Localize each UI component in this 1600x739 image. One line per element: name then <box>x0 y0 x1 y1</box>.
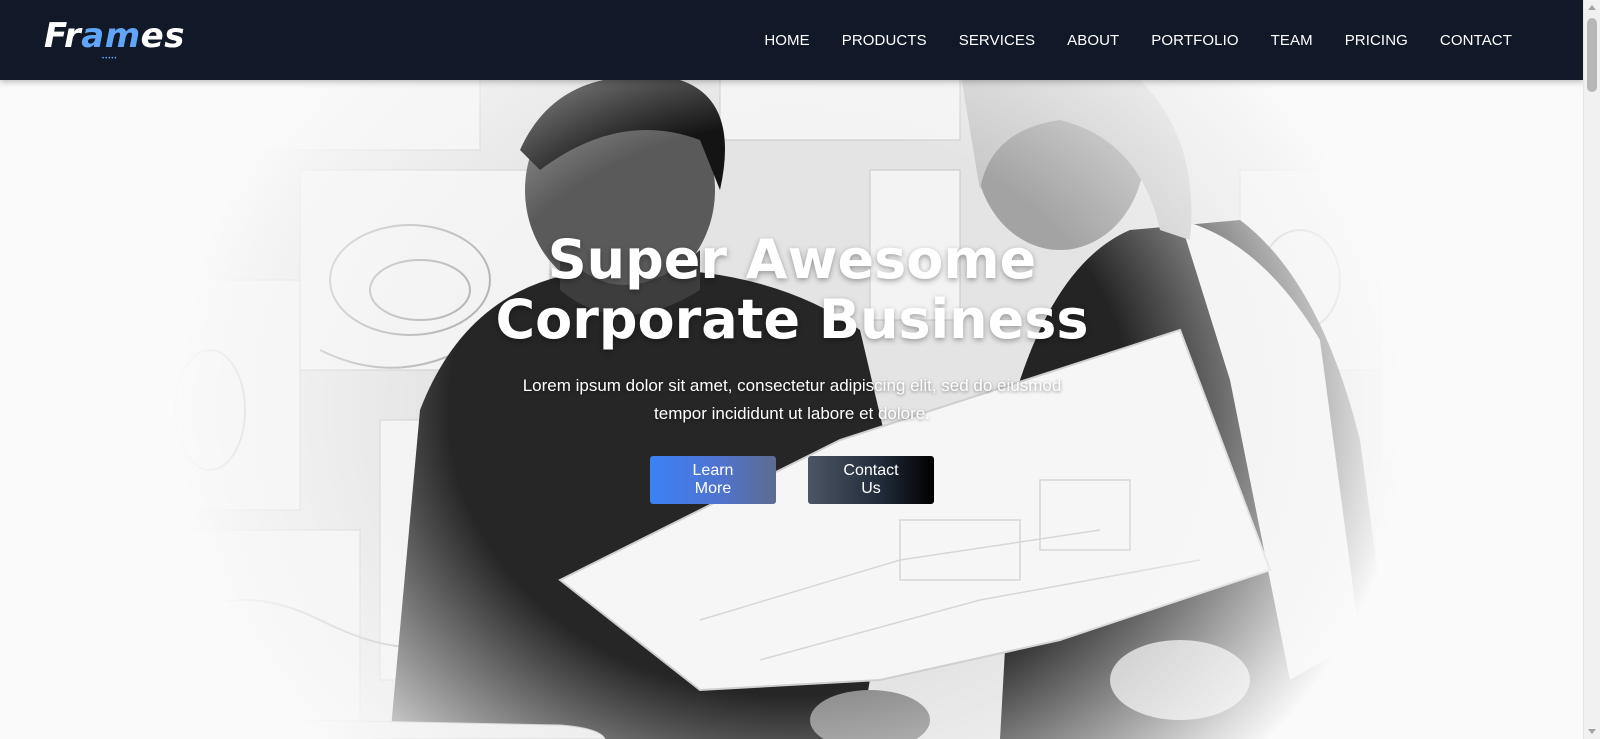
logo-text-part1: Fr <box>44 16 82 56</box>
scroll-up-arrow-icon[interactable] <box>1588 5 1596 10</box>
contact-us-button[interactable]: Contact Us <box>808 456 934 504</box>
logo-text-part3: es <box>140 16 185 56</box>
nav-item-products[interactable]: PRODUCTS <box>826 32 943 49</box>
scroll-thumb[interactable] <box>1587 18 1597 92</box>
logo-dots: ••••• <box>102 56 118 62</box>
logo[interactable]: Frames ••••• <box>44 16 184 62</box>
nav-item-pricing[interactable]: PRICING <box>1329 32 1424 49</box>
nav-item-team[interactable]: TEAM <box>1255 32 1329 49</box>
hero-section: Super Awesome Corporate Business Lorem i… <box>0 80 1584 739</box>
main-nav: HOME PRODUCTS SERVICES ABOUT PORTFOLIO T… <box>748 0 1528 80</box>
page: Frames ••••• HOME PRODUCTS SERVICES ABOU… <box>0 0 1600 739</box>
navbar: Frames ••••• HOME PRODUCTS SERVICES ABOU… <box>0 0 1584 80</box>
learn-more-button[interactable]: Learn More <box>650 456 776 504</box>
nav-item-home[interactable]: HOME <box>748 32 825 49</box>
nav-item-contact[interactable]: CONTACT <box>1424 32 1528 49</box>
nav-item-portfolio[interactable]: PORTFOLIO <box>1135 32 1254 49</box>
hero-title-line1: Super Awesome <box>547 228 1037 291</box>
nav-item-about[interactable]: ABOUT <box>1051 32 1135 49</box>
hero-content: Super Awesome Corporate Business Lorem i… <box>440 230 1144 504</box>
scroll-down-arrow-icon[interactable] <box>1588 729 1596 734</box>
nav-item-services[interactable]: SERVICES <box>943 32 1051 49</box>
logo-text: Frames <box>44 16 184 56</box>
hero-subtitle: Lorem ipsum dolor sit amet, consectetur … <box>522 376 1062 423</box>
vertical-scrollbar[interactable] <box>1583 0 1600 739</box>
hero-buttons: Learn More Contact Us <box>440 456 1144 504</box>
hero-title: Super Awesome Corporate Business <box>440 230 1144 350</box>
hero-title-line2: Corporate Business <box>495 288 1089 351</box>
logo-text-part2: am <box>81 16 141 56</box>
